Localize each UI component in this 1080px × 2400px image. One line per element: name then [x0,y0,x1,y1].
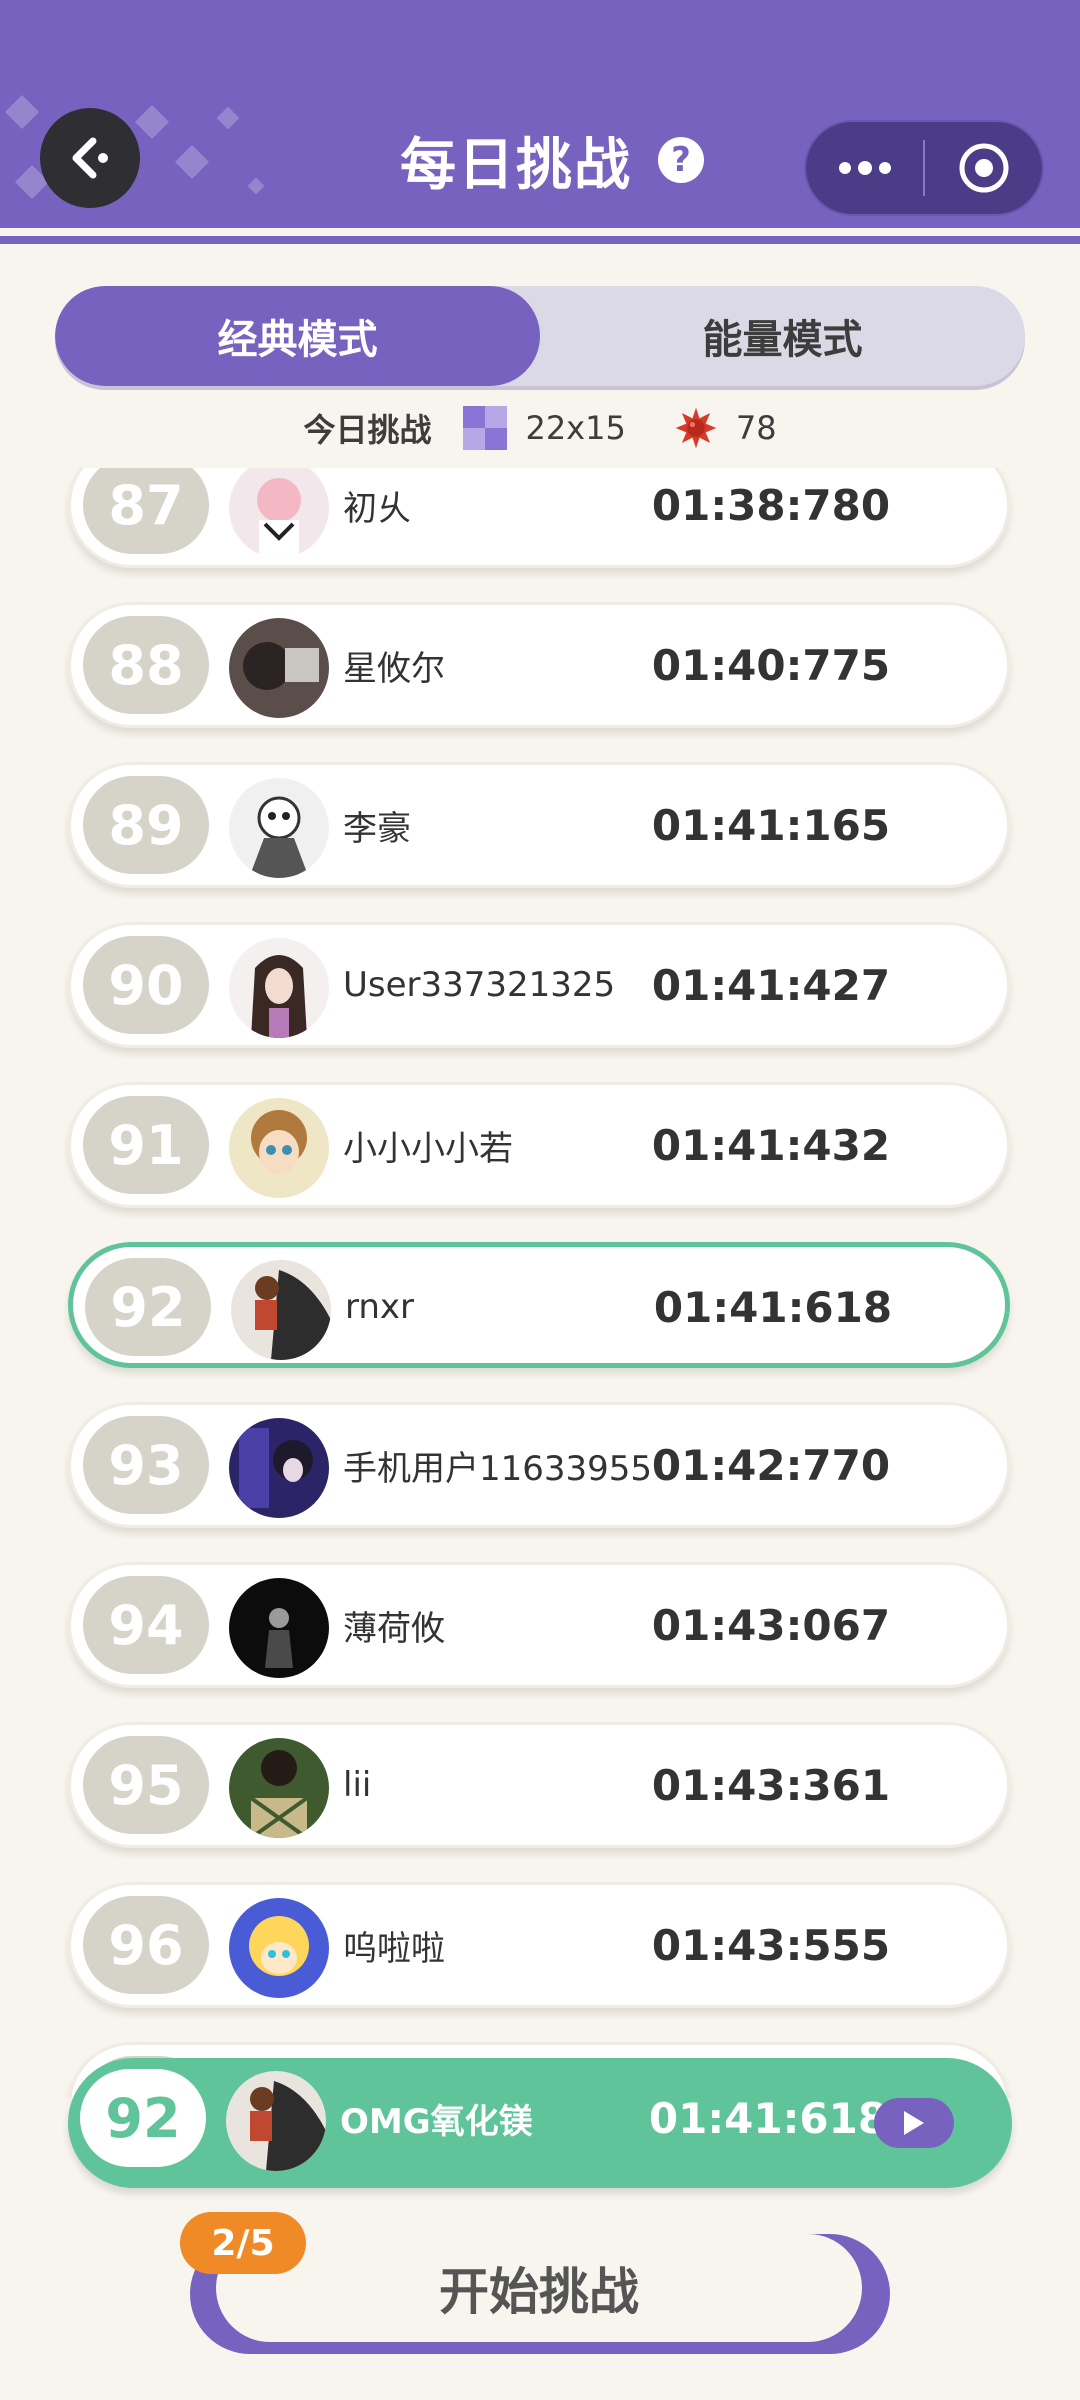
tab-classic-mode[interactable]: 经典模式 [55,286,540,386]
rank-badge: 94 [83,1576,209,1674]
avatar [229,1418,329,1518]
challenge-label: 今日挑战 [303,411,432,449]
header-divider-purple [0,236,1080,244]
header-divider-light [0,228,1080,236]
player-name: 初乆 [343,488,411,529]
avatar [229,938,329,1038]
player-time: 01:41:165 [651,800,891,850]
leaderboard-list[interactable]: 87 初乆 01:38:780 88 星攸尔 01:40:775 89 李豪 0… [0,468,1080,2098]
player-time: 01:38:780 [651,480,891,530]
mode-tabs: 经典模式 能量模式 [55,286,1025,386]
avatar [226,2071,326,2171]
player-name: 薄荷攸 [343,1608,445,1649]
header-bar: 每日挑战 ? [0,0,1080,230]
my-player-time: 01:41:618 [648,2093,888,2143]
player-name: 手机用户11633955 [343,1448,653,1489]
rank-badge: 88 [83,616,209,714]
player-name: 星攸尔 [343,648,445,689]
player-name: 李豪 [343,808,411,849]
player-time: 01:43:555 [651,1920,891,1970]
app-page: 每日挑战 ? 经典模式 能量模式 今日挑战 22x15 78 87 初乆 01:… [0,0,1080,2400]
list-item[interactable]: 96 呜啦啦 01:43:555 [68,1882,1010,2008]
player-name: 小小小小若 [343,1128,513,1169]
rank-badge: 87 [83,468,209,554]
back-arrow-icon [72,137,108,179]
avatar [231,1260,331,1360]
avatar [229,1098,329,1198]
mini-program-capsule [804,120,1044,216]
avatar [229,1578,329,1678]
avatar [229,778,329,878]
help-icon[interactable]: ? [658,137,704,183]
rank-badge: 91 [83,1096,209,1194]
rank-badge: 92 [85,1258,211,1356]
rank-badge: 90 [83,936,209,1034]
mine-count-value: 78 [735,409,777,447]
list-item[interactable]: 93 手机用户11633955 01:42:770 [68,1402,1010,1528]
list-item[interactable]: 90 User337321325 01:41:427 [68,922,1010,1048]
player-name: User337321325 [343,965,616,1005]
grid-size-icon [463,406,508,450]
player-time: 01:40:775 [651,640,891,690]
my-rank-bar[interactable]: 92 OMG氧化镁 01:41:618 [68,2058,1012,2188]
more-dots-icon [838,161,891,175]
player-name: 呜啦啦 [343,1928,445,1969]
rank-badge: 95 [83,1736,209,1834]
avatar [229,1738,329,1838]
replay-button[interactable] [874,2098,954,2148]
player-time: 01:42:770 [651,1440,891,1490]
rank-badge: 93 [83,1416,209,1514]
list-item[interactable]: 91 小小小小若 01:41:432 [68,1082,1010,1208]
attempts-badge: 2/5 [180,2212,306,2274]
title-group: 每日挑战 ? [400,118,704,202]
target-circle-icon [959,143,1008,193]
rank-badge: 89 [83,776,209,874]
avatar [229,468,329,558]
tab-energy-mode[interactable]: 能量模式 [540,286,1025,386]
challenge-info: 今日挑战 22x15 78 [0,398,1080,458]
page-title: 每日挑战 [400,132,632,198]
player-time: 01:43:361 [651,1760,891,1810]
start-challenge-button[interactable]: 开始挑战 [216,2234,862,2342]
list-item-current-user[interactable]: 92 rnxr 01:41:618 [68,1242,1010,1368]
player-time: 01:41:432 [651,1120,891,1170]
grid-size-value: 22x15 [525,409,626,447]
play-icon [904,2111,924,2135]
list-item[interactable]: 89 李豪 01:41:165 [68,762,1010,888]
avatar [229,1898,329,1998]
close-button[interactable] [925,122,1042,214]
list-item[interactable]: 94 薄荷攸 01:43:067 [68,1562,1010,1688]
more-button[interactable] [806,122,923,214]
player-time: 01:41:618 [653,1282,893,1332]
my-rank-badge: 92 [80,2069,206,2167]
avatar [229,618,329,718]
mine-icon [675,407,717,449]
list-item[interactable]: 87 初乆 01:38:780 [68,468,1010,568]
list-item[interactable]: 88 星攸尔 01:40:775 [68,602,1010,728]
player-time: 01:41:427 [651,960,891,1010]
player-name: lii [343,1765,372,1805]
player-name: rnxr [345,1287,415,1327]
back-button[interactable] [40,108,140,208]
rank-badge: 96 [83,1896,209,1994]
list-item[interactable]: 95 lii 01:43:361 [68,1722,1010,1848]
player-time: 01:43:067 [651,1600,891,1650]
my-player-name: OMG氧化镁 [340,2101,533,2142]
